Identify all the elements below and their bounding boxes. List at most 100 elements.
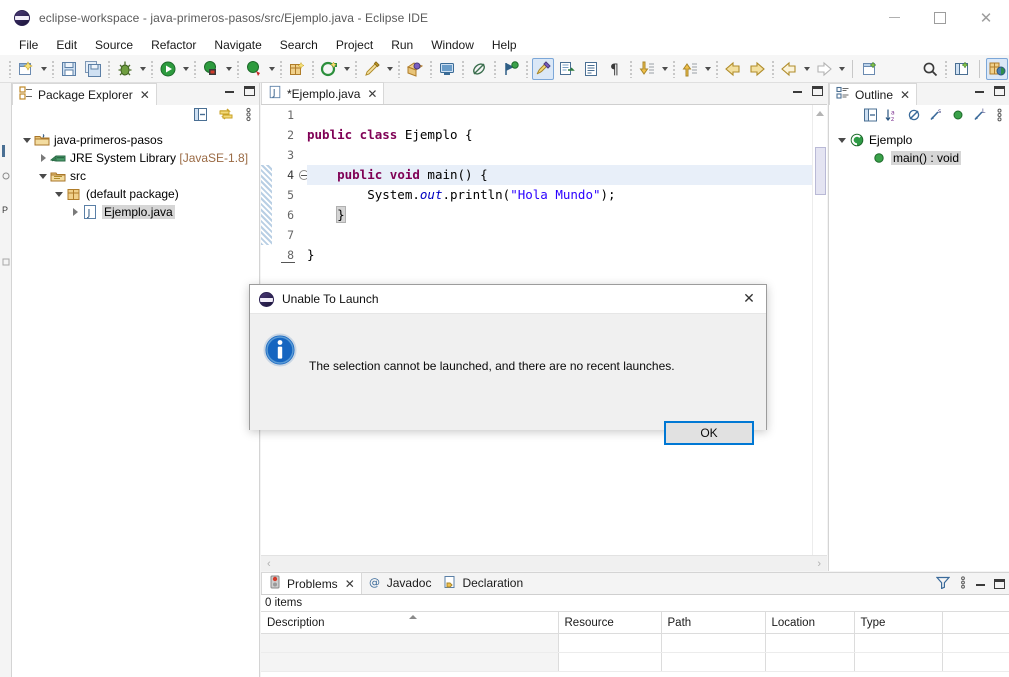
close-icon[interactable]: ✕ (367, 87, 377, 101)
minimize-icon[interactable] (975, 89, 984, 93)
menu-refactor[interactable]: Refactor (142, 36, 205, 54)
table-row[interactable] (261, 633, 1009, 653)
external-tools-dropdown-arrow[interactable] (223, 58, 234, 80)
previous-edit-icon[interactable] (778, 58, 800, 80)
tab-declaration[interactable]: Declaration (437, 572, 529, 594)
tab-problems[interactable]: Problems ✕ (261, 572, 362, 594)
maximize-icon[interactable] (994, 86, 1005, 96)
menu-run[interactable]: Run (382, 36, 422, 54)
open-type-icon[interactable] (361, 58, 383, 80)
hide-local-types-icon[interactable]: L (973, 108, 988, 125)
collapse-all-icon[interactable] (863, 108, 878, 125)
next-annotation-dropdown-arrow[interactable] (659, 58, 670, 80)
fast-view-label[interactable]: P (2, 205, 10, 215)
new-java-package-icon[interactable] (286, 58, 308, 80)
outline-item-class[interactable]: Ejemplo (829, 131, 1009, 149)
tab-package-explorer[interactable]: Package Explorer ✕ (12, 83, 157, 105)
maximize-icon[interactable] (917, 0, 963, 35)
fast-view-icon[interactable] (2, 169, 10, 180)
editor-horizontal-scrollbar[interactable]: ‹ › (261, 555, 827, 571)
tab-ejemplo-java[interactable]: J *Ejemplo.java ✕ (261, 82, 385, 104)
next-edit-dropdown-arrow[interactable] (836, 58, 847, 80)
editor-vertical-scrollbar[interactable] (812, 105, 827, 555)
chevron-down-icon[interactable] (36, 174, 50, 179)
close-icon[interactable]: ✕ (140, 88, 150, 102)
tree-item-default-package[interactable]: (default package) (12, 185, 259, 203)
code-text[interactable]: public class Ejemplo { public void main(… (301, 105, 827, 555)
maximize-icon[interactable] (244, 86, 255, 96)
view-menu-icon[interactable] (959, 576, 967, 592)
filter-icon[interactable] (935, 576, 951, 592)
scrollbar-thumb[interactable] (815, 147, 826, 195)
column-header-location[interactable]: Location (765, 611, 855, 634)
column-header-type[interactable]: Type (854, 611, 943, 634)
open-task-icon[interactable] (404, 58, 426, 80)
minimize-icon[interactable] (976, 582, 985, 586)
chevron-right-icon[interactable] (68, 208, 82, 216)
menu-navigate[interactable]: Navigate (205, 36, 270, 54)
editor-body[interactable]: 1 2 3 4 5 6 7 8 public class Ejemplo {p… (261, 105, 827, 555)
menu-file[interactable]: File (10, 36, 47, 54)
tab-outline[interactable]: Outline ✕ (829, 83, 918, 105)
scroll-left-icon[interactable]: ‹ (267, 558, 271, 570)
sort-icon[interactable]: az (885, 108, 900, 125)
new-class-dropdown-arrow[interactable] (341, 58, 352, 80)
collapse-all-icon[interactable] (193, 107, 208, 125)
coverage-icon[interactable] (243, 58, 265, 80)
chevron-down-icon[interactable] (52, 192, 66, 197)
view-menu-icon[interactable] (244, 107, 253, 125)
tree-item-src[interactable]: src (12, 167, 259, 185)
hide-non-public-icon[interactable] (951, 108, 966, 125)
show-whitespace-icon[interactable] (580, 58, 602, 80)
search-icon[interactable] (919, 58, 941, 80)
view-menu-icon[interactable] (995, 108, 1004, 125)
close-icon[interactable]: ✕ (345, 577, 355, 591)
minimize-icon[interactable] (225, 89, 234, 93)
forward-icon[interactable] (746, 58, 768, 80)
previous-annotation-icon[interactable] (679, 58, 701, 80)
menu-project[interactable]: Project (327, 36, 382, 54)
maximize-icon[interactable] (812, 86, 823, 96)
run-dropdown-arrow[interactable] (180, 58, 191, 80)
run-external-tools-icon[interactable] (200, 58, 222, 80)
save-all-icon[interactable] (82, 58, 104, 80)
coverage-dropdown-arrow[interactable] (266, 58, 277, 80)
debug-dropdown-arrow[interactable] (137, 58, 148, 80)
menu-help[interactable]: Help (483, 36, 526, 54)
run-icon[interactable] (157, 58, 179, 80)
previous-edit-dropdown-arrow[interactable] (801, 58, 812, 80)
back-icon[interactable] (722, 58, 744, 80)
console-icon[interactable] (436, 58, 458, 80)
minimize-icon[interactable] (871, 0, 917, 35)
pilcrow-icon[interactable]: ¶ (604, 58, 626, 80)
scroll-up-icon[interactable] (816, 111, 824, 116)
previous-annotation-dropdown-arrow[interactable] (702, 58, 713, 80)
skip-breakpoints-icon[interactable] (468, 58, 490, 80)
link-with-editor-icon[interactable] (218, 107, 234, 125)
open-type-dropdown-arrow[interactable] (384, 58, 395, 80)
save-icon[interactable] (58, 58, 80, 80)
menu-window[interactable]: Window (422, 36, 483, 54)
chevron-down-icon[interactable] (835, 138, 849, 143)
menu-source[interactable]: Source (86, 36, 142, 54)
toggle-mark-occurrences-icon[interactable] (532, 57, 554, 80)
left-fast-view-bar[interactable]: P (0, 83, 12, 677)
new-java-class-icon[interactable] (318, 58, 340, 80)
tree-item-jre-library[interactable]: JRE System Library [JavaSE-1.8] (12, 149, 259, 167)
hide-fields-icon[interactable] (907, 108, 922, 125)
new-editor-icon[interactable] (859, 58, 881, 80)
debug-icon[interactable] (114, 58, 136, 80)
column-header-path[interactable]: Path (661, 611, 766, 634)
new-wizard-dropdown-arrow[interactable] (38, 58, 49, 80)
tree-item-ejemplo-java[interactable]: J Ejemplo.java (12, 203, 259, 221)
column-header-description[interactable]: Description (261, 611, 559, 634)
toggle-breakpoint-icon[interactable] (500, 58, 522, 80)
scroll-right-icon[interactable]: › (817, 558, 821, 570)
chevron-down-icon[interactable] (20, 138, 34, 143)
column-header-resource[interactable]: Resource (558, 611, 662, 634)
fast-view-marker[interactable] (2, 145, 5, 157)
tab-javadoc[interactable]: @ Javadoc (362, 572, 438, 594)
hide-static-icon[interactable]: s (929, 108, 944, 125)
link-with-editor-icon[interactable] (556, 58, 578, 80)
fast-view-icon-2[interactable] (2, 255, 10, 266)
